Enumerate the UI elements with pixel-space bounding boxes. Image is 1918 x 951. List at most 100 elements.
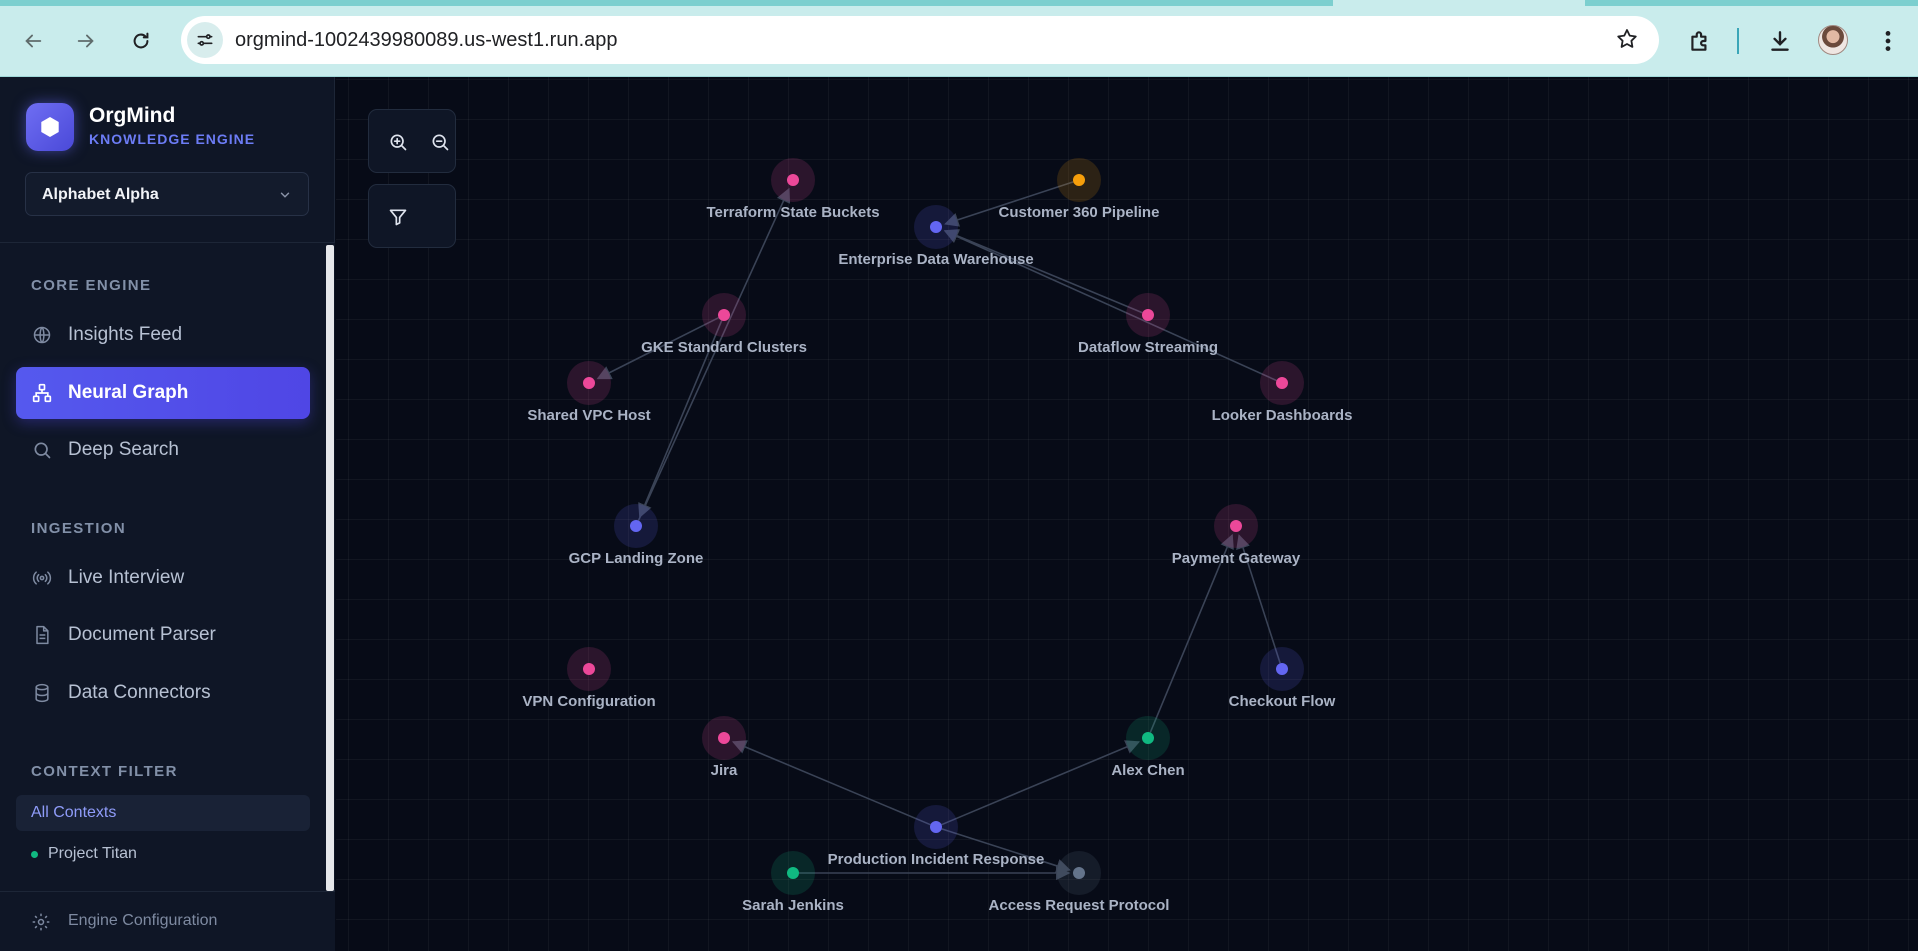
bookmark-star-icon[interactable] <box>1615 27 1639 56</box>
graph-node-alex[interactable]: Alex Chen <box>1111 716 1185 779</box>
graph-node-vpn[interactable]: VPN Configuration <box>522 647 656 710</box>
sidebar-item-live-interview[interactable]: Live Interview <box>16 552 310 604</box>
engine-configuration[interactable]: Engine Configuration <box>0 891 335 951</box>
graph-edge-incident-alex <box>941 740 1141 826</box>
download-icon[interactable] <box>1764 25 1796 57</box>
graph-node-dot <box>1276 663 1288 675</box>
filter-toolbar <box>368 184 456 248</box>
graph-edge-dataflow-edw <box>943 229 1143 314</box>
address-bar[interactable]: orgmind-1002439980089.us-west1.run.app <box>181 16 1659 64</box>
hexagon-logo-icon <box>26 103 74 151</box>
graph-node-dot <box>787 174 799 186</box>
sidebar-item-label: Deep Search <box>68 439 179 460</box>
chevron-down-icon <box>280 192 290 198</box>
sidebar-item-data-connectors[interactable]: Data Connectors <box>16 667 310 719</box>
context-all[interactable]: All Contexts <box>16 795 310 831</box>
sidebar-item-label: Document Parser <box>68 624 216 645</box>
graph-node-label: Customer 360 Pipeline <box>999 204 1160 221</box>
graph-node-dot <box>1073 174 1085 186</box>
context-project-titan[interactable]: Project Titan <box>31 845 137 863</box>
zoom-in-button[interactable] <box>384 128 412 156</box>
graph-node-dot <box>787 867 799 879</box>
graph-node-gke[interactable]: GKE Standard Clusters <box>641 293 807 356</box>
graph-node-label: Payment Gateway <box>1172 550 1301 567</box>
sidebar-scrollbar-thumb[interactable] <box>326 245 334 891</box>
graph-node-label: Enterprise Data Warehouse <box>838 251 1033 268</box>
site-settings-icon[interactable] <box>187 22 223 58</box>
graph-node-dot <box>930 221 942 233</box>
tab-strip <box>0 0 1918 6</box>
graph-node-looker[interactable]: Looker Dashboards <box>1212 361 1353 424</box>
browser-chrome: orgmind-1002439980089.us-west1.run.app <box>0 0 1918 77</box>
graph-node-landing[interactable]: GCP Landing Zone <box>569 504 704 567</box>
reload-button[interactable] <box>126 26 156 56</box>
graph-node-label: Dataflow Streaming <box>1078 339 1218 356</box>
graph-node-dataflow[interactable]: Dataflow Streaming <box>1078 293 1218 356</box>
globe-icon <box>33 326 51 344</box>
graph-node-dot <box>930 821 942 833</box>
profile-avatar[interactable] <box>1818 25 1848 55</box>
back-arrow-icon <box>25 34 42 48</box>
graph-node-label: Sarah Jenkins <box>742 897 844 914</box>
graph-node-dot <box>1276 377 1288 389</box>
sidebar-item-insights-feed[interactable]: Insights Feed <box>16 309 310 361</box>
zoom-out-button[interactable] <box>426 128 454 156</box>
status-dot <box>31 850 38 858</box>
broadcast-icon <box>32 571 52 585</box>
sidebar-item-document-parser[interactable]: Document Parser <box>16 609 310 661</box>
database-icon <box>35 683 49 703</box>
graph-node-dot <box>583 377 595 389</box>
search-icon <box>34 442 51 459</box>
graph-node-label: Production Incident Response <box>828 851 1045 868</box>
extensions-icon[interactable] <box>1684 25 1716 57</box>
graph-node-dot <box>583 663 595 675</box>
graph-node-label: GCP Landing Zone <box>569 550 704 567</box>
filter-icon <box>389 209 407 226</box>
context-all-label: All Contexts <box>31 804 117 821</box>
sidebar-item-label: Data Connectors <box>68 682 211 703</box>
sidebar-item-deep-search[interactable]: Deep Search <box>16 424 310 476</box>
graph-node-dot <box>718 309 730 321</box>
graph-node-checkout[interactable]: Checkout Flow <box>1229 647 1336 710</box>
back-button[interactable] <box>18 26 48 56</box>
organization-select[interactable]: Alphabet Alpha <box>25 172 309 216</box>
sidebar-item-neural-graph[interactable]: Neural Graph <box>16 367 310 419</box>
filter-button[interactable] <box>384 203 412 231</box>
graph-node-jira[interactable]: Jira <box>702 716 746 779</box>
section-title-ingestion: INGESTION <box>31 520 127 537</box>
graph-canvas[interactable]: Terraform State Buckets Customer 360 Pipe… <box>336 77 1918 951</box>
forward-button[interactable] <box>71 26 101 56</box>
graph-node-label: Shared VPC Host <box>527 407 650 424</box>
url-text: orgmind-1002439980089.us-west1.run.app <box>235 29 618 51</box>
graph-node-label: Checkout Flow <box>1229 693 1336 710</box>
reload-icon <box>133 32 149 49</box>
section-title-core-engine: CORE ENGINE <box>31 277 152 294</box>
engine-configuration-label: Engine Configuration <box>68 912 218 929</box>
sidebar-item-label: Insights Feed <box>68 324 183 345</box>
graph-node-vpc[interactable]: Shared VPC Host <box>527 361 651 424</box>
more-menu-icon[interactable] <box>1872 25 1904 57</box>
context-project-titan-label: Project Titan <box>48 845 137 862</box>
graph-node-label: Access Request Protocol <box>989 897 1170 914</box>
section-title-context-filter: CONTEXT FILTER <box>31 763 178 780</box>
graph-node-payment[interactable]: Payment Gateway <box>1172 504 1301 567</box>
graph-node-terraform[interactable]: Terraform State Buckets <box>706 158 880 221</box>
graph-node-label: GKE Standard Clusters <box>641 339 807 356</box>
graph-node-label: VPN Configuration <box>522 693 655 710</box>
graph-node-dot <box>1230 520 1242 532</box>
gear-icon <box>32 913 50 931</box>
forward-arrow-icon <box>77 34 94 48</box>
graph-node-label: Terraform State Buckets <box>706 204 879 221</box>
graph-node-label: Jira <box>711 762 738 779</box>
graph-svg[interactable]: Terraform State Buckets Customer 360 Pipe… <box>336 77 1918 951</box>
sidebar-item-label: Live Interview <box>68 567 185 588</box>
brand-name: OrgMind <box>89 104 176 127</box>
graph-node-dot <box>718 732 730 744</box>
graph-node-dot <box>630 520 642 532</box>
brand-subtitle: KNOWLEDGE ENGINE <box>89 131 256 147</box>
graph-node-customer360[interactable]: Customer 360 Pipeline <box>999 158 1160 221</box>
document-icon <box>36 625 49 645</box>
graph-node-incident[interactable]: Production Incident Response <box>828 805 1045 868</box>
graph-node-dot <box>1142 309 1154 321</box>
organization-select-value: Alphabet Alpha <box>42 186 159 203</box>
